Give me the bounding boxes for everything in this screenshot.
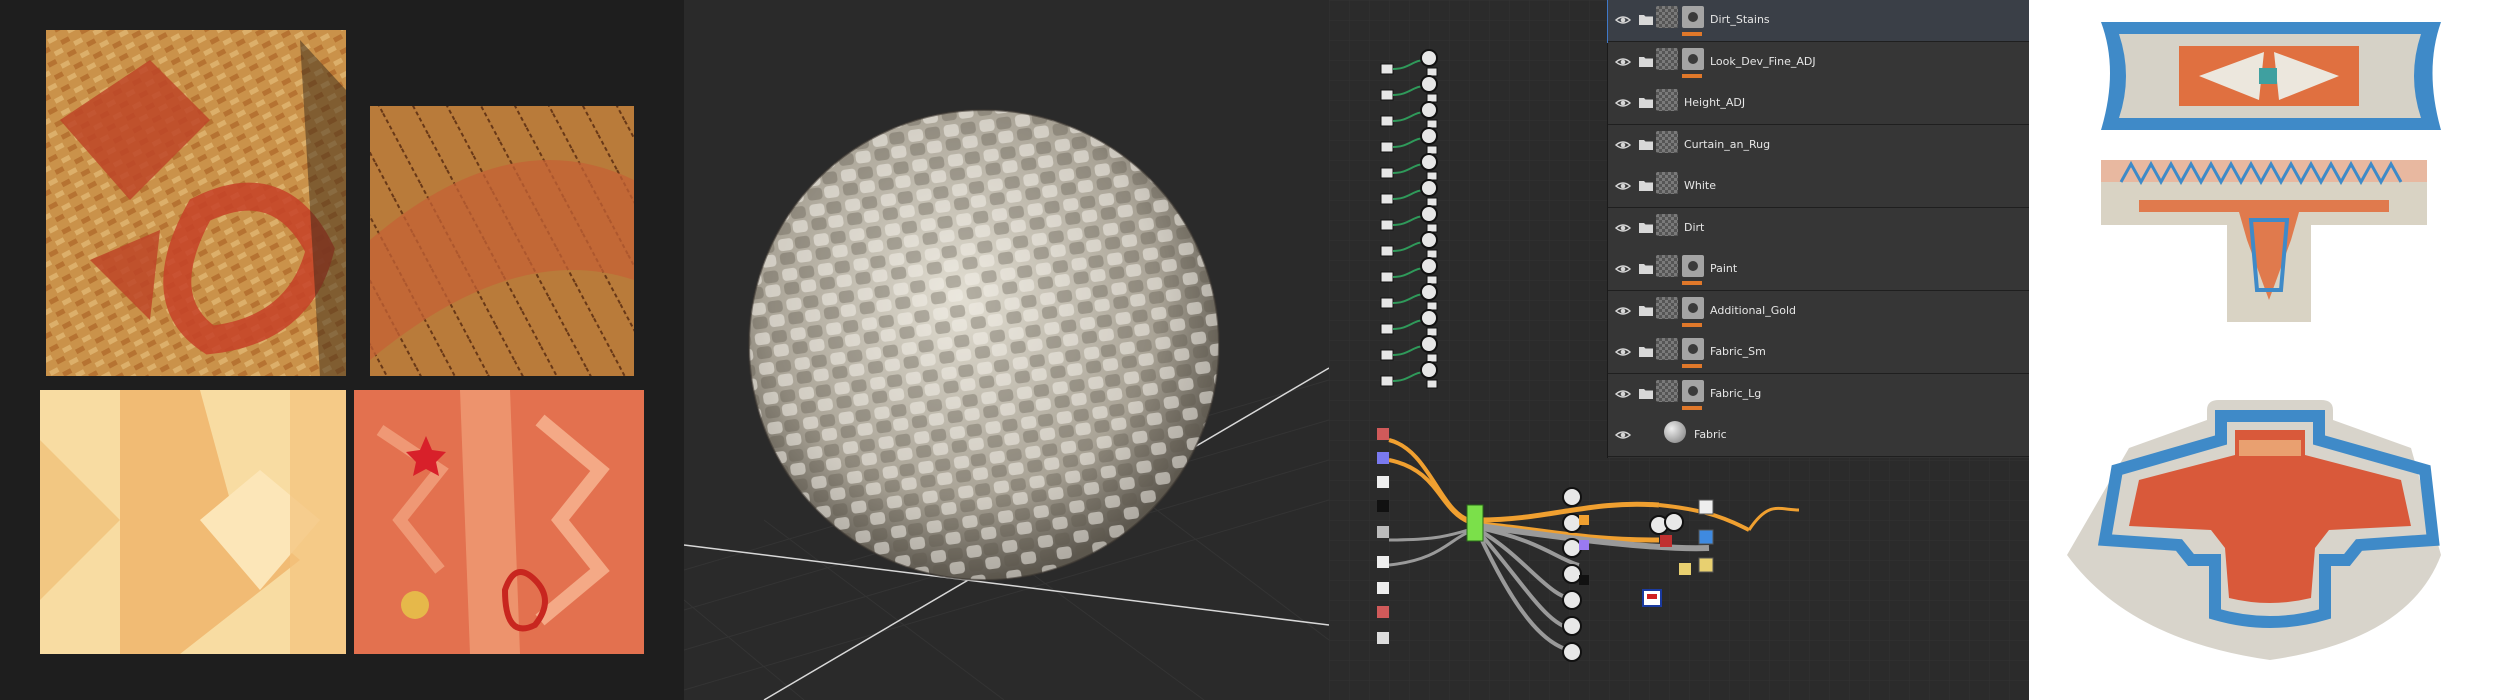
layer-accent-bar	[1682, 405, 1702, 410]
layer-row-additional-gold[interactable]: Additional_GoldNorm▾100▾	[1608, 290, 2029, 333]
visibility-eye-icon[interactable]	[1615, 220, 1631, 236]
layer-name: Dirt_Stains	[1710, 13, 1770, 26]
folder-icon[interactable]	[1638, 387, 1654, 400]
material-sphere-icon	[1664, 421, 1686, 443]
layer-thumbnail[interactable]	[1656, 255, 1678, 277]
layer-name: Fabric_Lg	[1710, 386, 1762, 400]
layer-name: Fabric	[1694, 428, 1727, 441]
visibility-eye-icon[interactable]	[1615, 261, 1631, 277]
layer-mask-thumbnail[interactable]	[1682, 296, 1704, 319]
rug-piece	[2067, 400, 2441, 660]
visibility-eye-icon[interactable]	[1615, 95, 1631, 111]
folder-icon[interactable]	[1638, 55, 1654, 68]
visibility-eye-icon[interactable]	[1615, 54, 1631, 70]
red-painted-texture	[354, 390, 644, 654]
woven-sphere[interactable]	[712, 69, 1256, 621]
folder-icon[interactable]	[1638, 262, 1654, 275]
layer-mask-thumbnail[interactable]	[1682, 379, 1704, 402]
viewport-canvas[interactable]	[684, 0, 1329, 700]
layer-accent-bar	[1682, 32, 1702, 36]
folder-icon[interactable]	[1638, 304, 1654, 317]
layer-mask-thumbnail[interactable]	[1682, 338, 1704, 360]
layer-name: White	[1684, 179, 1716, 192]
t-shaped-piece	[2101, 160, 2427, 322]
layer-name: Fabric_Sm	[1710, 345, 1766, 358]
folder-icon[interactable]	[1638, 345, 1654, 358]
layer-accent-bar	[1682, 364, 1702, 368]
folder-icon[interactable]	[1638, 179, 1654, 192]
visibility-eye-icon[interactable]	[1615, 427, 1631, 443]
folder-icon[interactable]	[1638, 13, 1654, 26]
visibility-eye-icon[interactable]	[1615, 344, 1631, 360]
folder-icon[interactable]	[1638, 221, 1654, 234]
uv-layout-panel	[2029, 0, 2500, 700]
layer-row-height-adj[interactable]: Height_ADJNorm▾100▾	[1608, 83, 2029, 125]
reference-panel	[0, 0, 684, 700]
layer-thumbnail[interactable]	[1656, 6, 1678, 28]
layer-accent-bar	[1682, 73, 1702, 78]
layer-thumbnail[interactable]	[1656, 296, 1678, 319]
layer-thumbnail[interactable]	[1656, 379, 1678, 402]
layer-row-dirt[interactable]: DirtNorm▾100▾	[1608, 207, 2029, 250]
layer-stack-panel[interactable]: Dirt_StainsNorm▾100▾Look_Dev_Fine_ADJNor…	[1607, 0, 2029, 458]
stitched-fabric-texture	[370, 106, 634, 376]
layer-row-fabric[interactable]: FabricNorm▾100▾	[1608, 415, 2029, 457]
layer-mask-thumbnail[interactable]	[1682, 6, 1704, 28]
layer-accent-bar	[1682, 281, 1702, 285]
layer-name: Paint	[1710, 262, 1738, 275]
curtain-top-piece	[2101, 22, 2441, 130]
layer-row-paint[interactable]: PaintNorm▾100▾	[1608, 249, 2029, 291]
layer-name: Look_Dev_Fine_ADJ	[1710, 54, 1816, 68]
visibility-eye-icon[interactable]	[1615, 303, 1631, 319]
node-graph-panel[interactable]: Dirt_StainsNorm▾100▾Look_Dev_Fine_ADJNor…	[1329, 0, 2029, 700]
folder-icon[interactable]	[1638, 138, 1654, 151]
visibility-eye-icon[interactable]	[1615, 178, 1631, 194]
layer-row-curtain-an-rug[interactable]: Curtain_an_RugNorm▾100▾	[1608, 124, 2029, 167]
layer-name: Height_ADJ	[1684, 96, 1746, 109]
layer-mask-thumbnail[interactable]	[1682, 47, 1704, 70]
layer-accent-bar	[1682, 322, 1702, 327]
visibility-eye-icon[interactable]	[1615, 12, 1631, 28]
layer-thumbnail[interactable]	[1656, 130, 1678, 153]
layer-name: Curtain_an_Rug	[1684, 137, 1771, 151]
visibility-eye-icon[interactable]	[1615, 137, 1631, 153]
layer-thumbnail[interactable]	[1656, 338, 1678, 360]
faded-yellow-texture	[40, 390, 346, 654]
uv-pieces	[2067, 22, 2441, 660]
visibility-eye-icon[interactable]	[1615, 386, 1631, 402]
layer-thumbnail[interactable]	[1656, 172, 1678, 194]
layer-row-fabric-lg[interactable]: Fabric_LgNorm▾100▾	[1608, 373, 2029, 416]
layer-row-look-dev-fine-adj[interactable]: Look_Dev_Fine_ADJNorm▾100▾	[1608, 41, 2029, 84]
layer-thumbnail[interactable]	[1656, 89, 1678, 111]
3d-viewport[interactable]	[684, 0, 1329, 700]
reference-textures	[40, 30, 644, 654]
layer-mask-thumbnail[interactable]	[1682, 255, 1704, 277]
layer-row-white[interactable]: WhiteNorm▾100▾	[1608, 166, 2029, 208]
folder-icon[interactable]	[1638, 96, 1654, 109]
woven-rug-texture	[46, 30, 346, 376]
layer-name: Additional_Gold	[1710, 303, 1797, 317]
layer-row-dirt-stains[interactable]: Dirt_StainsNorm▾100▾	[1607, 0, 2029, 43]
layer-row-fabric-sm[interactable]: Fabric_SmNorm▾100▾	[1608, 332, 2029, 374]
layer-thumbnail[interactable]	[1656, 47, 1678, 70]
layer-name: Dirt	[1684, 220, 1705, 234]
layer-thumbnail[interactable]	[1656, 213, 1678, 236]
